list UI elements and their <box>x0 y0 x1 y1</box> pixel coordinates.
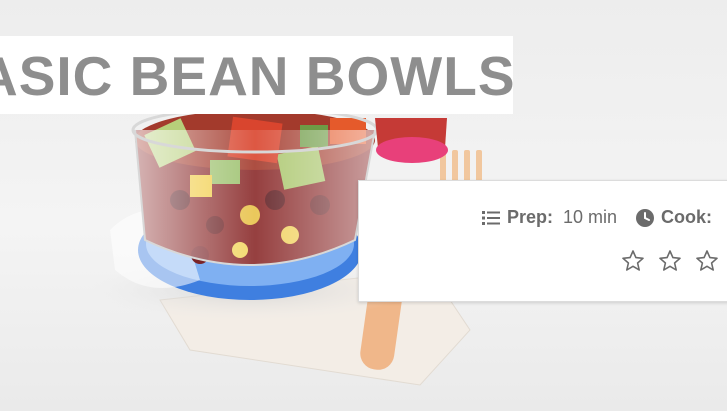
recipe-info-card: Prep: 10 min Cook: <box>358 180 727 302</box>
star-outline-icon[interactable] <box>621 249 645 273</box>
list-icon <box>481 208 501 228</box>
star-outline-icon[interactable] <box>658 249 682 273</box>
star-outline-icon[interactable] <box>695 249 719 273</box>
rating-stars[interactable] <box>621 249 727 273</box>
page-title: ASIC BEAN BOWLS <box>0 45 513 107</box>
clock-icon <box>635 208 655 228</box>
cook-label: Cook: <box>661 207 713 227</box>
prep-label: Prep: <box>507 207 554 227</box>
recipe-meta: Prep: 10 min Cook: <box>481 207 722 228</box>
prep-value: 10 min <box>563 207 618 227</box>
title-band: ASIC BEAN BOWLS <box>0 36 513 114</box>
